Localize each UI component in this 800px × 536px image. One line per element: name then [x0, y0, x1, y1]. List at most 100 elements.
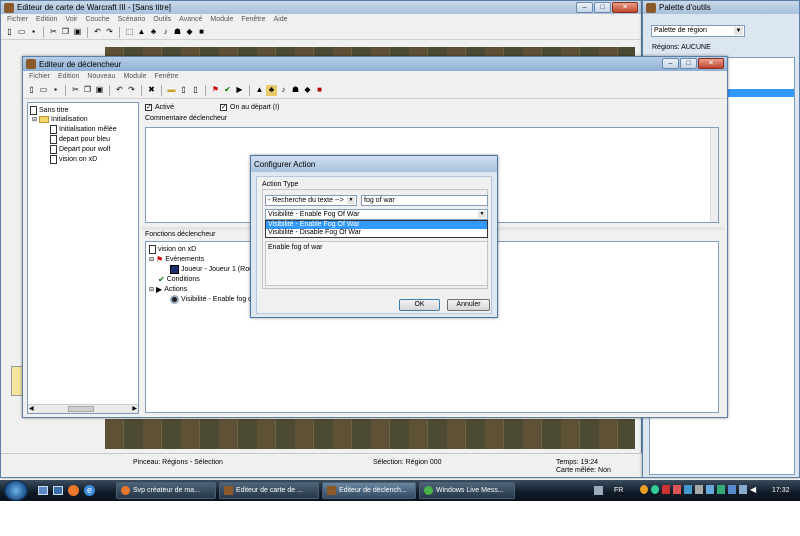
menu-edition[interactable]: Edition: [36, 16, 57, 23]
close-button[interactable]: ✕: [698, 58, 724, 69]
cancel-button[interactable]: Annuler: [447, 299, 490, 311]
item-icon[interactable]: ◆: [184, 27, 195, 38]
tray-icon[interactable]: [673, 485, 681, 494]
menu-outils[interactable]: Outils: [153, 16, 171, 23]
tree-item-depart-bleu[interactable]: depart pour bleu: [50, 135, 110, 144]
enabled-check[interactable]: ✓: [145, 104, 152, 111]
action-option-enable[interactable]: Visibilité - Enable Fog Of War: [266, 221, 487, 229]
cut-icon[interactable]: ✂: [48, 27, 59, 38]
redo-icon[interactable]: ↷: [126, 85, 137, 96]
copy-icon[interactable]: ❐: [82, 85, 93, 96]
volume-icon[interactable]: ◀: [750, 485, 758, 494]
tray-icon[interactable]: [728, 485, 736, 494]
tree-item-vision-on-xd[interactable]: vision on xD: [50, 155, 97, 164]
sound-icon[interactable]: ♪: [160, 27, 171, 38]
tray-icon[interactable]: [706, 485, 714, 494]
doodad-icon[interactable]: ♣: [266, 84, 277, 96]
delete-icon[interactable]: ✖: [146, 85, 157, 96]
new-icon[interactable]: ▯: [4, 27, 15, 38]
tree-scrollbar[interactable]: ◀ ▶: [28, 404, 138, 413]
start-button[interactable]: [4, 480, 28, 501]
undo-icon[interactable]: ↶: [92, 27, 103, 38]
function-action-item[interactable]: Visibilité - Enable fog of: [170, 295, 254, 304]
event-flag-icon[interactable]: ⚑: [210, 85, 221, 96]
tray-icon[interactable]: [651, 485, 659, 494]
task-svp-createur[interactable]: Svp créateur de ma...: [116, 482, 216, 499]
minimize-button[interactable]: –: [662, 58, 679, 69]
task-editeur-carte[interactable]: Editeur de carte de ...: [219, 482, 319, 499]
close-button[interactable]: ✕: [612, 2, 638, 13]
new-category-icon[interactable]: ▬: [166, 85, 177, 96]
menu-voir[interactable]: Voir: [65, 16, 77, 23]
menu-edition[interactable]: Edition: [58, 73, 79, 80]
tree-item-initialisation-melee[interactable]: Initialisation mêlée: [50, 125, 117, 134]
new-icon[interactable]: ▯: [26, 85, 37, 96]
menu-nouveau[interactable]: Nouveau: [87, 73, 115, 80]
doodad-icon[interactable]: ♣: [148, 27, 159, 38]
firefox-icon[interactable]: [68, 485, 79, 496]
ok-button[interactable]: OK: [399, 299, 440, 311]
trigger-tree-panel[interactable]: Sans titre ⊟ Initialisation Initialisati…: [27, 102, 139, 414]
terrain-icon[interactable]: ▲: [136, 27, 147, 38]
action-select[interactable]: Visibilité - Enable Fog Of War ▼: [265, 209, 488, 220]
action-dropdown-list[interactable]: Visibilité - Enable Fog Of War Visibilit…: [265, 220, 488, 238]
open-icon[interactable]: ▭: [38, 85, 49, 96]
palette-dropdown[interactable]: Palette de région ▼: [651, 25, 745, 37]
enabled-checkbox[interactable]: ✓ Activé: [145, 104, 174, 111]
menu-avance[interactable]: Avancé: [179, 16, 202, 23]
tree-root[interactable]: Sans titre: [30, 106, 69, 115]
unit-icon[interactable]: ☗: [172, 27, 183, 38]
tree-folder[interactable]: ⊟ Initialisation: [32, 116, 88, 123]
tray-icon[interactable]: [717, 485, 725, 494]
item-icon[interactable]: ◆: [302, 85, 313, 96]
initially-on-check[interactable]: ✓: [220, 104, 227, 111]
paste-icon[interactable]: ▣: [94, 85, 105, 96]
search-input[interactable]: fog of war: [361, 195, 488, 206]
menu-scenario[interactable]: Scénario: [118, 16, 146, 23]
action-icon[interactable]: ▶: [234, 85, 245, 96]
scroll-right-icon[interactable]: ▶: [132, 405, 137, 412]
tree-item-depart-wolf[interactable]: Depart pour wolf: [50, 145, 110, 154]
search-mode-select[interactable]: - Recherche du texte --> ▼: [265, 195, 357, 206]
clock[interactable]: 17:32: [772, 487, 790, 494]
menu-module[interactable]: Module: [210, 16, 233, 23]
scroll-thumb[interactable]: [68, 406, 94, 412]
sound-icon[interactable]: ♪: [278, 85, 289, 96]
action-option-disable[interactable]: Visibilité - Disable Fog Of War: [266, 229, 487, 237]
tray-icon[interactable]: [739, 485, 747, 494]
maximize-button[interactable]: □: [594, 2, 611, 13]
comment-scrollbar[interactable]: [710, 128, 718, 222]
menu-module[interactable]: Module: [123, 73, 146, 80]
new-trigger-icon[interactable]: ▯: [178, 85, 189, 96]
menu-fenetre[interactable]: Fenêtre: [241, 16, 265, 23]
save-icon[interactable]: ▪: [50, 85, 61, 96]
open-icon[interactable]: ▭: [16, 27, 27, 38]
notify-icon[interactable]: [594, 486, 603, 495]
menu-couche[interactable]: Couche: [85, 16, 109, 23]
function-trigger-name[interactable]: vision on xD: [149, 245, 196, 254]
cut-icon[interactable]: ✂: [70, 85, 81, 96]
select-icon[interactable]: ⬚: [124, 27, 135, 38]
copy-icon[interactable]: ❐: [60, 27, 71, 38]
terrain-icon[interactable]: ▲: [254, 85, 265, 96]
quicklaunch-switch-icon[interactable]: [53, 486, 63, 495]
object-icon[interactable]: ■: [314, 85, 325, 96]
save-icon[interactable]: ▪: [28, 27, 39, 38]
function-events[interactable]: ⊟ ⚑ Evénements: [149, 255, 204, 264]
unit-icon[interactable]: ☗: [290, 85, 301, 96]
initially-on-checkbox[interactable]: ✓ On au départ (I): [220, 104, 279, 111]
condition-icon[interactable]: ✔: [222, 85, 233, 96]
map-terrain-bottom[interactable]: [105, 419, 635, 449]
minimize-button[interactable]: –: [576, 2, 593, 13]
maximize-button[interactable]: □: [680, 58, 697, 69]
function-conditions[interactable]: ✔ Conditions: [158, 275, 200, 284]
ie-icon[interactable]: e: [84, 485, 95, 496]
function-actions[interactable]: ⊟ ▶ Actions: [149, 285, 187, 294]
object-icon[interactable]: ■: [196, 27, 207, 38]
tray-icon[interactable]: [640, 485, 648, 494]
scroll-left-icon[interactable]: ◀: [29, 405, 34, 412]
tray-icon[interactable]: [695, 485, 703, 494]
menu-fenetre[interactable]: Fenêtre: [154, 73, 178, 80]
tray-icon[interactable]: [684, 485, 692, 494]
menu-fichier[interactable]: Fichier: [29, 73, 50, 80]
